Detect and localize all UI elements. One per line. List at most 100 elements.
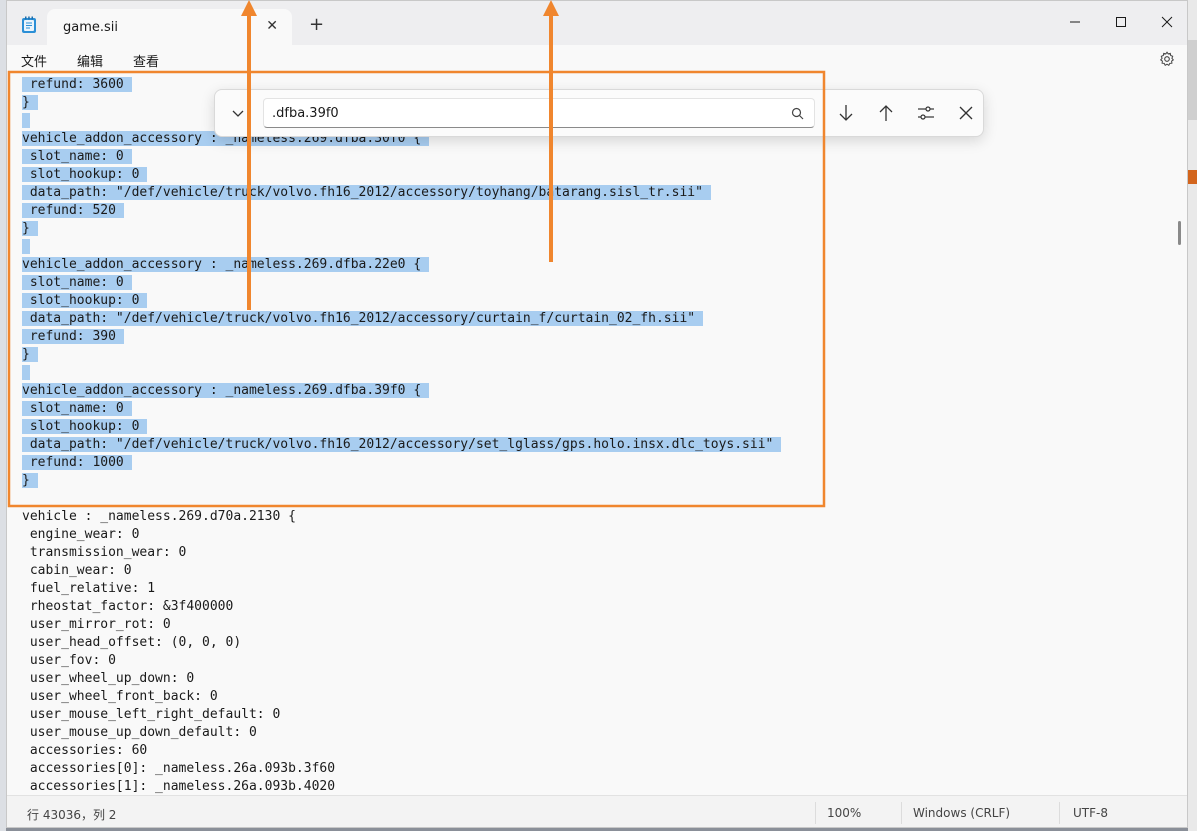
code-line-text: rheostat_factor: &3f400000 — [22, 599, 234, 614]
code-line-text: } — [22, 347, 38, 362]
menu-file[interactable]: 文件 — [21, 51, 47, 70]
code-line[interactable]: transmission_wear: 0 — [22, 544, 187, 562]
code-line[interactable]: user_mirror_rot: 0 — [22, 616, 171, 634]
menu-edit[interactable]: 编辑 — [77, 51, 103, 70]
status-divider — [901, 802, 902, 824]
code-line[interactable]: data_path: "/def/vehicle/truck/volvo.fh1… — [22, 310, 704, 328]
find-input[interactable] — [263, 98, 815, 128]
code-line-text: data_path: "/def/vehicle/truck/volvo.fh1… — [22, 185, 711, 200]
code-line[interactable] — [22, 364, 30, 382]
code-line-text: user_fov: 0 — [22, 653, 116, 668]
code-line[interactable]: refund: 1000 — [22, 454, 132, 472]
code-line-text: slot_hookup: 0 — [22, 293, 148, 308]
code-line[interactable]: user_wheel_up_down: 0 — [22, 670, 194, 688]
code-line[interactable]: user_mouse_left_right_default: 0 — [22, 706, 280, 724]
code-line-text: slot_name: 0 — [22, 401, 132, 416]
zoom-level[interactable]: 100% — [827, 806, 861, 820]
code-line-text: } — [22, 473, 38, 488]
code-line[interactable]: slot_name: 0 — [22, 148, 132, 166]
code-line[interactable]: accessories[1]: _nameless.26a.093b.4020 — [22, 778, 335, 795]
new-tab-icon[interactable]: + — [309, 16, 324, 34]
close-tab-icon[interactable]: ✕ — [266, 18, 278, 34]
code-line[interactable]: refund: 3600 — [22, 76, 132, 94]
encoding[interactable]: UTF-8 — [1073, 806, 1108, 820]
code-line[interactable]: accessories: 60 — [22, 742, 147, 760]
close-icon — [959, 106, 973, 120]
code-line[interactable]: fuel_relative: 1 — [22, 580, 155, 598]
code-line[interactable]: vehicle_addon_accessory : _nameless.269.… — [22, 256, 430, 274]
sliders-icon — [918, 106, 934, 120]
code-line-text — [22, 365, 30, 380]
code-line[interactable]: user_wheel_front_back: 0 — [22, 688, 218, 706]
code-line[interactable]: refund: 390 — [22, 328, 124, 346]
code-line[interactable]: vehicle_addon_accessory : _nameless.269.… — [22, 382, 430, 400]
code-line-text: accessories[0]: _nameless.26a.093b.3f60 — [22, 761, 336, 776]
code-line-text: accessories[1]: _nameless.26a.093b.4020 — [22, 779, 336, 794]
close-find-button[interactable] — [953, 100, 979, 126]
code-line-text: user_wheel_up_down: 0 — [22, 671, 195, 686]
code-line-text — [22, 113, 30, 128]
code-line[interactable]: rheostat_factor: &3f400000 — [22, 598, 234, 616]
code-line[interactable]: refund: 520 — [22, 202, 124, 220]
code-line-text: refund: 1000 — [22, 455, 132, 470]
minimize-button[interactable] — [1052, 7, 1098, 37]
code-line-text: vehicle_addon_accessory : _nameless.269.… — [22, 383, 430, 398]
maximize-icon — [1116, 17, 1126, 27]
scrollbar-thumb[interactable] — [1178, 221, 1181, 245]
code-line-text: refund: 390 — [22, 329, 124, 344]
code-line[interactable]: data_path: "/def/vehicle/truck/volvo.fh1… — [22, 184, 711, 202]
code-line-text: } — [22, 95, 38, 110]
settings-gear-icon[interactable] — [1159, 51, 1175, 67]
code-line[interactable]: slot_hookup: 0 — [22, 292, 148, 310]
code-line-text: } — [22, 221, 38, 236]
close-icon — [1161, 16, 1173, 28]
code-line-text: slot_hookup: 0 — [22, 419, 148, 434]
code-line[interactable]: cabin_wear: 0 — [22, 562, 132, 580]
code-line[interactable]: } — [22, 220, 38, 238]
search-icon[interactable] — [791, 107, 804, 120]
code-line[interactable]: } — [22, 472, 38, 490]
code-line[interactable]: engine_wear: 0 — [22, 526, 140, 544]
code-line-text: user_mouse_left_right_default: 0 — [22, 707, 281, 722]
tab-game-sii[interactable]: game.sii ✕ — [47, 9, 292, 45]
code-line-text: vehicle : _nameless.269.d70a.2130 { — [22, 509, 296, 524]
code-line-text: user_wheel_front_back: 0 — [22, 689, 218, 704]
line-ending[interactable]: Windows (CRLF) — [913, 806, 1010, 820]
close-window-button[interactable] — [1144, 7, 1187, 37]
cursor-position: 行 43036，列 2 — [27, 808, 117, 822]
code-line[interactable]: } — [22, 346, 38, 364]
find-previous-button[interactable] — [873, 100, 899, 126]
code-line[interactable]: slot_hookup: 0 — [22, 166, 148, 184]
code-line-text: slot_name: 0 — [22, 149, 132, 164]
code-line-text: user_mirror_rot: 0 — [22, 617, 171, 632]
vertical-scrollbar[interactable] — [1175, 73, 1185, 795]
code-line[interactable]: slot_name: 0 — [22, 274, 132, 292]
code-line[interactable]: slot_hookup: 0 — [22, 418, 148, 436]
find-panel — [214, 89, 984, 137]
code-line[interactable]: slot_name: 0 — [22, 400, 132, 418]
code-line[interactable]: data_path: "/def/vehicle/truck/volvo.fh1… — [22, 436, 782, 454]
menu-view[interactable]: 查看 — [133, 51, 159, 70]
code-line[interactable]: user_mouse_up_down_default: 0 — [22, 724, 257, 742]
menu-bar: 文件 编辑 查看 — [7, 45, 1187, 73]
notepad-app-icon — [22, 16, 36, 33]
status-divider — [815, 802, 816, 824]
find-next-button[interactable] — [833, 100, 859, 126]
arrow-down-icon — [839, 105, 853, 121]
minimize-icon — [1070, 21, 1080, 23]
code-line-text — [22, 239, 30, 254]
arrow-up-icon — [879, 105, 893, 121]
toggle-replace-button[interactable] — [225, 100, 251, 126]
code-line[interactable]: vehicle : _nameless.269.d70a.2130 { — [22, 508, 296, 526]
code-line[interactable] — [22, 112, 30, 130]
code-line[interactable]: } — [22, 94, 38, 112]
text-editor[interactable]: refund: 3600} vehicle_addon_accessory : _… — [7, 73, 1177, 795]
code-line[interactable]: user_head_offset: (0, 0, 0) — [22, 634, 241, 652]
code-line[interactable]: accessories[0]: _nameless.26a.093b.3f60 — [22, 760, 335, 778]
code-line-text: user_mouse_up_down_default: 0 — [22, 725, 257, 740]
code-line-text: vehicle_addon_accessory : _nameless.269.… — [22, 257, 430, 272]
code-line[interactable]: user_fov: 0 — [22, 652, 116, 670]
code-line[interactable] — [22, 238, 30, 256]
find-options-button[interactable] — [913, 100, 939, 126]
maximize-button[interactable] — [1098, 7, 1144, 37]
